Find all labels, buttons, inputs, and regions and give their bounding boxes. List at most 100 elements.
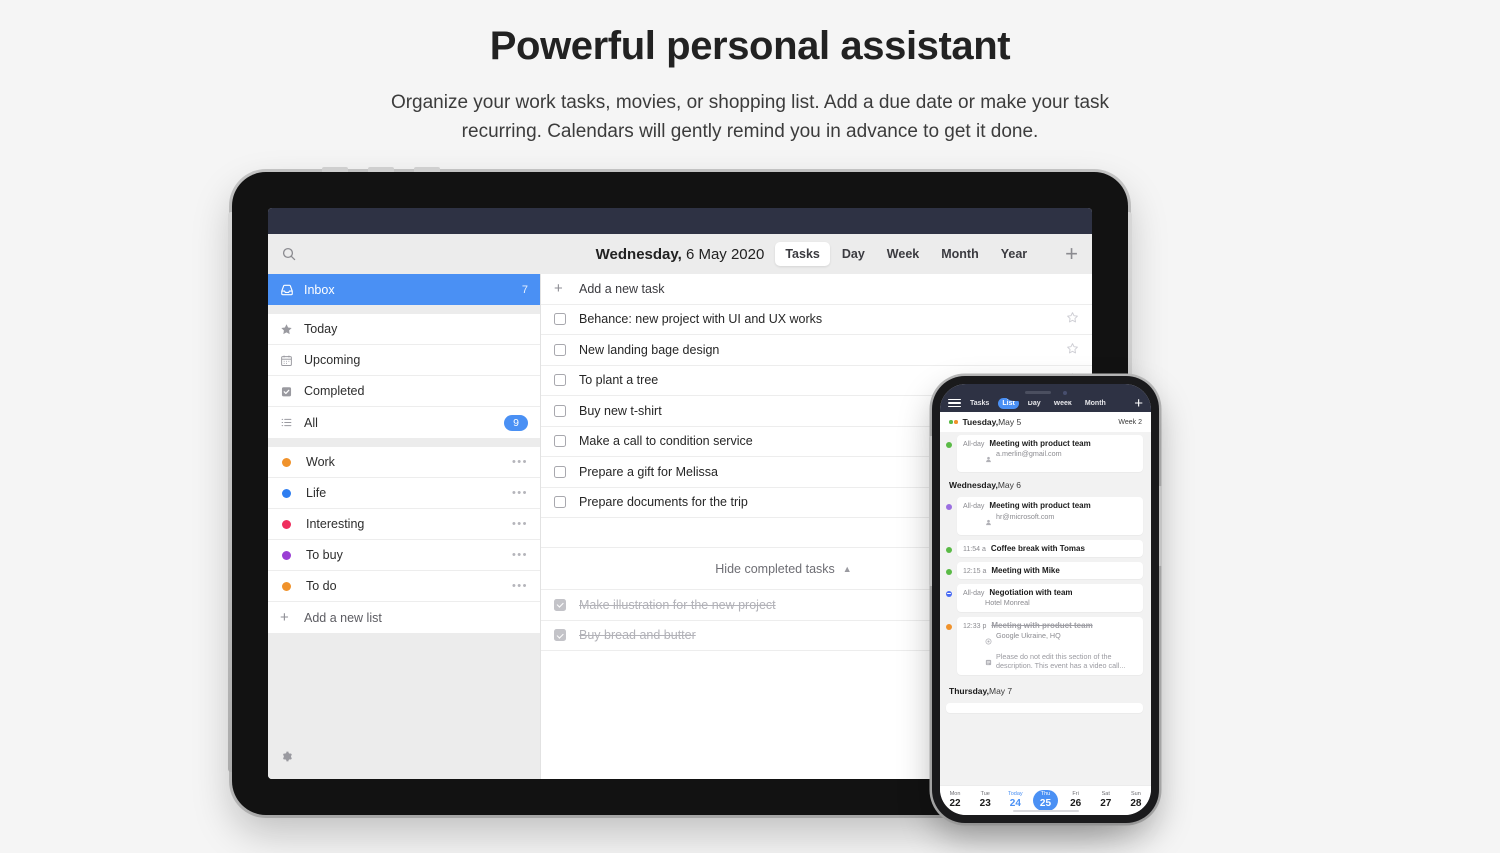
task-checkbox[interactable] [554,465,566,478]
sidebar-group-smart-lists: Today Upcoming Completed All 9 [268,314,540,438]
list-item[interactable]: 11:54 a Coffee break with Tomas [940,537,1151,559]
phone-screen: Tasks List Day Week Month + Tuesday, May… [940,384,1151,815]
add-button[interactable]: + [1065,243,1078,265]
sidebar-item-inbox[interactable]: Inbox 7 [268,274,540,305]
ellipsis-icon[interactable]: ••• [512,580,528,592]
sidebar-item-completed[interactable]: Completed [268,376,540,407]
tab-tasks[interactable]: Tasks [966,398,993,409]
event-time: All-day [963,589,985,597]
task-label: Behance: new project with UI and UX work… [579,312,823,327]
sidebar-item-work[interactable]: Work ••• [268,447,540,478]
sidebar-item-all[interactable]: All 9 [268,407,540,438]
add-new-task-button[interactable]: + Add a new task [541,274,1092,305]
sidebar-item-life[interactable]: Life ••• [268,478,540,509]
date-cell-sun[interactable]: Sun 28 [1121,791,1151,810]
day-indicator-dots [949,420,958,424]
hero-section: Powerful personal assistant Organize you… [0,0,1500,147]
ellipsis-icon[interactable]: ••• [512,518,528,530]
date-cell-thu-selected[interactable]: Thu 25 [1030,789,1060,812]
sidebar-item-upcoming[interactable]: Upcoming [268,345,540,376]
list-item[interactable]: All-day Meeting with product team a.merl… [940,432,1151,475]
add-new-list-button[interactable]: + Add a new list [268,602,540,633]
table-row[interactable]: New landing bage design [541,335,1092,366]
tablet-toolbar: Wednesday, 6 May 2020 Tasks Day Week Mon… [268,234,1092,274]
date-cell-today[interactable]: Today 24 [1000,791,1030,810]
task-checkbox[interactable] [554,313,566,326]
sidebar-item-to-buy[interactable]: To buy ••• [268,540,540,571]
event-header: All-day Negotiation with team [963,588,1137,597]
task-checkbox[interactable] [554,374,566,387]
event-card[interactable]: 11:54 a Coffee break with Tomas [957,539,1143,557]
tab-month[interactable]: Month [931,242,988,266]
list-item[interactable]: All-day Negotiation with team Hotel Monr… [940,581,1151,614]
page-title: Powerful personal assistant [489,24,1011,68]
sidebar-item-interesting[interactable]: Interesting ••• [268,509,540,540]
date-cell-number: 26 [1070,798,1082,810]
list-color-dot [282,519,291,529]
add-button[interactable]: + [1134,396,1143,411]
phone-notch [1002,384,1089,401]
sidebar-item-label: Today [304,322,338,336]
agenda-day-weekday: Wednesday, [949,479,998,490]
tab-year[interactable]: Year [991,242,1037,266]
task-checkbox[interactable] [554,629,566,642]
sidebar-item-label: To buy [306,548,343,562]
task-checkbox[interactable] [554,496,566,509]
agenda-day-tuesday: Tuesday, May 5 Week 2 All-day Meeting wi… [940,412,1151,475]
date-cell-mon[interactable]: Mon 22 [940,791,970,810]
event-header: All-day Meeting with product team [963,501,1137,510]
sidebar-item-count: 7 [521,283,528,296]
hide-completed-label: Hide completed tasks [715,561,835,576]
add-new-task-label: Add a new task [579,281,665,296]
agenda-day-header: Thursday, May 7 [940,678,1151,701]
page-root: Powerful personal assistant Organize you… [0,0,1500,853]
phone-left-edge [929,436,932,586]
date-cell-tue[interactable]: Tue 23 [970,791,1000,810]
hamburger-icon[interactable] [948,398,961,408]
tab-month[interactable]: Month [1081,398,1110,409]
ellipsis-icon[interactable]: ••• [512,487,528,499]
sidebar-item-label: Completed [304,384,365,398]
event-card[interactable]: All-day Negotiation with team Hotel Monr… [957,583,1143,612]
event-card[interactable]: 12:15 a Meeting with Mike [957,561,1143,579]
gear-icon[interactable] [280,750,293,768]
check-box-icon [280,385,304,398]
date-cell-name: Sun [1131,791,1141,798]
task-checkbox[interactable] [554,343,566,356]
view-mode-segmented-control: Tasks Day Week Month Year [775,242,1037,266]
search-icon[interactable] [282,247,308,261]
star-icon[interactable] [1066,342,1079,358]
star-icon[interactable] [1066,311,1079,327]
list-item[interactable]: 12:33 p Meeting with product team Google… [940,614,1151,677]
tablet-left-edge [228,212,232,772]
list-item[interactable]: 12:15 a Meeting with Mike [940,559,1151,581]
sidebar-item-label: Life [306,486,327,500]
date-cell-sat[interactable]: Sat 27 [1091,791,1121,810]
tablet-button-3[interactable] [414,167,440,172]
sidebar-item-label: Inbox [304,282,335,297]
ellipsis-icon[interactable]: ••• [512,549,528,561]
list-item[interactable]: All-day Meeting with product team hr@mic… [940,495,1151,538]
tab-week[interactable]: Week [877,242,929,266]
list-item[interactable] [940,701,1151,716]
event-card[interactable]: 12:33 p Meeting with product team Google… [957,616,1143,676]
tab-day[interactable]: Day [832,242,875,266]
event-title: Coffee break with Tomas [990,543,1085,553]
table-row[interactable]: Behance: new project with UI and UX work… [541,305,1092,335]
tablet-button-2[interactable] [368,167,394,172]
ellipsis-icon[interactable]: ••• [512,456,528,468]
date-cell-number: 27 [1100,798,1112,810]
event-card-partial[interactable] [946,703,1143,714]
sidebar-item-to-do[interactable]: To do ••• [268,571,540,602]
event-card[interactable]: All-day Meeting with product team hr@mic… [957,497,1143,535]
phone-agenda[interactable]: Tuesday, May 5 Week 2 All-day Meeting wi… [940,412,1151,785]
sidebar-item-today[interactable]: Today [268,314,540,345]
date-cell-fri[interactable]: Fri 26 [1061,791,1091,810]
task-checkbox[interactable] [554,598,566,611]
task-checkbox[interactable] [554,435,566,448]
tab-tasks[interactable]: Tasks [775,242,830,266]
agenda-day-date: May 5 [998,417,1022,427]
tablet-button-1[interactable] [322,167,348,172]
task-checkbox[interactable] [554,404,566,417]
event-card[interactable]: All-day Meeting with product team a.merl… [957,434,1143,472]
